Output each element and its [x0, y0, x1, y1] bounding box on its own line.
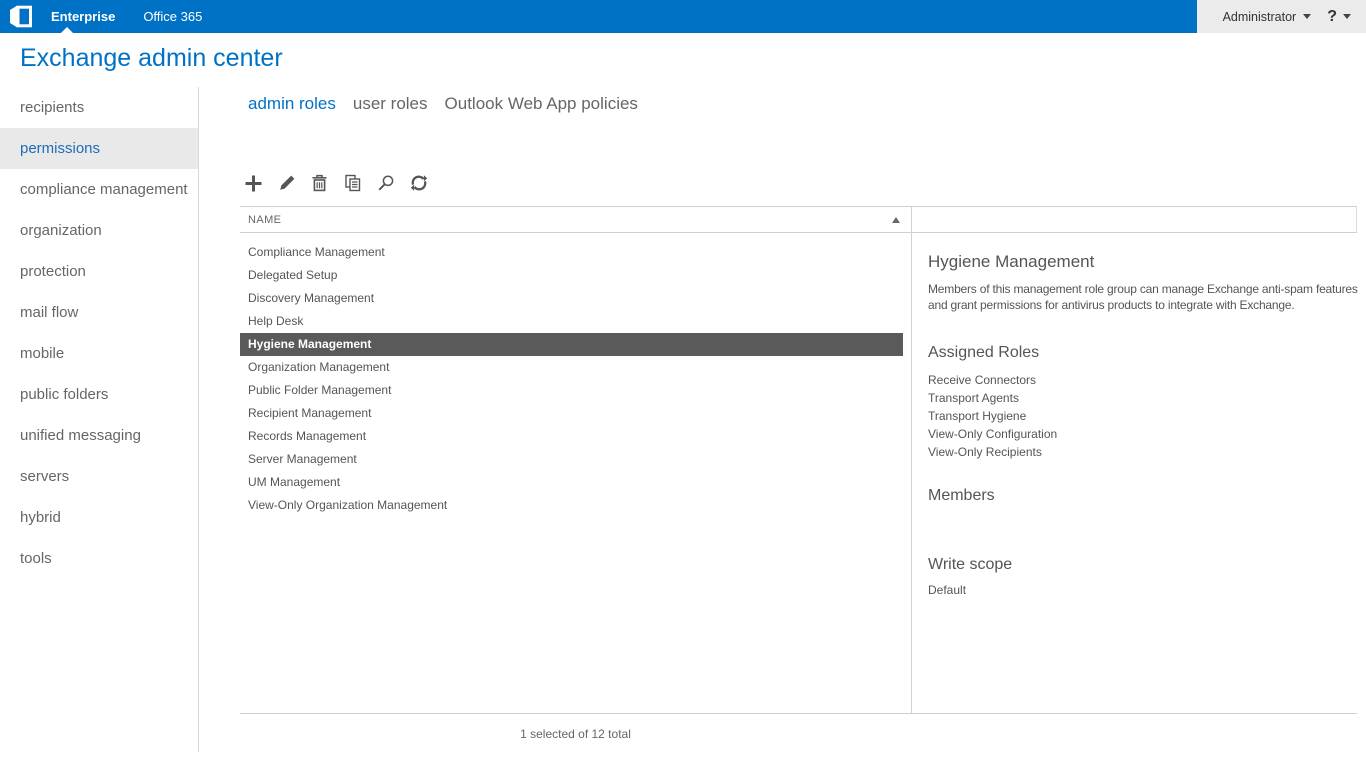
office-logo[interactable]: [9, 3, 35, 31]
delete-icon: [312, 174, 327, 192]
tab-user-roles[interactable]: user roles: [353, 94, 428, 114]
sidebar-item-compliance-management[interactable]: compliance management: [0, 169, 198, 210]
list-item: View-Only Recipients: [928, 445, 1042, 459]
help-menu[interactable]: ?: [1327, 8, 1351, 26]
write-scope-heading: Write scope: [928, 556, 1013, 573]
table-row[interactable]: Server Management: [240, 448, 903, 471]
sidebar-item-tools[interactable]: tools: [0, 538, 198, 579]
user-menu[interactable]: Administrator: [1223, 10, 1312, 24]
user-menu-label: Administrator: [1222, 9, 1297, 24]
help-icon: ?: [1327, 7, 1337, 25]
add-button[interactable]: [241, 171, 266, 195]
tab-outlook-web-app-policies[interactable]: Outlook Web App policies: [445, 94, 638, 114]
assigned-roles-heading: Assigned Roles: [928, 344, 1040, 361]
sidebar-item-recipients[interactable]: recipients: [0, 87, 198, 128]
active-brand-tab-notch: [61, 27, 73, 33]
roles-list-panel: NAME Compliance Management Delegated Set…: [240, 206, 1358, 714]
top-bar-right: Administrator ?: [1197, 0, 1366, 33]
add-icon: [245, 175, 262, 191]
search-button[interactable]: [373, 171, 398, 195]
details-pane: Hygiene Management Members of this manag…: [912, 234, 1358, 713]
sidebar-item-mail-flow[interactable]: mail flow: [0, 292, 198, 333]
status-text: 1 selected of 12 total: [520, 727, 631, 741]
write-scope-value: Default: [928, 583, 967, 597]
table-row[interactable]: UM Management: [240, 471, 903, 494]
search-icon: [378, 175, 393, 191]
chevron-down-icon: [1303, 14, 1312, 19]
chevron-down-icon: [1343, 14, 1351, 19]
tab-admin-roles[interactable]: admin roles: [248, 94, 336, 114]
sidebar-item-unified-messaging[interactable]: unified messaging: [0, 415, 198, 456]
office-logo-icon: [10, 5, 32, 28]
details-title: Hygiene Management: [928, 252, 1095, 271]
copy-button[interactable]: [340, 171, 365, 195]
refresh-button[interactable]: [406, 171, 431, 195]
members-section: Members: [928, 487, 1357, 505]
assigned-roles-list: Receive Connectors Transport Agents Tran…: [928, 371, 1357, 461]
sidebar: recipients permissions compliance manage…: [0, 87, 199, 752]
refresh-icon: [410, 175, 427, 191]
brand-tab-office-365[interactable]: Office 365: [143, 9, 202, 24]
table-row[interactable]: View-Only Organization Management: [240, 494, 903, 517]
brand-tab-enterprise[interactable]: Enterprise: [51, 9, 115, 24]
sidebar-item-protection[interactable]: protection: [0, 251, 198, 292]
content-tabs: admin roles user roles Outlook Web App p…: [248, 94, 638, 114]
toolbar: [241, 171, 431, 195]
column-header-label: NAME: [248, 213, 282, 226]
write-scope-section: Write scope Default: [928, 556, 1357, 597]
table-row[interactable]: Delegated Setup: [240, 264, 903, 287]
edit-button[interactable]: [274, 171, 299, 195]
list-item: View-Only Configuration: [928, 427, 1058, 441]
brand-tabs: Enterprise Office 365: [51, 9, 202, 24]
sidebar-item-public-folders[interactable]: public folders: [0, 374, 198, 415]
members-heading: Members: [928, 487, 995, 504]
page-title: Exchange admin center: [20, 44, 283, 72]
assigned-roles-section: Assigned Roles Receive Connectors Transp…: [928, 344, 1357, 461]
table-row-selected[interactable]: Hygiene Management: [240, 333, 903, 356]
edit-icon: [279, 175, 294, 190]
sidebar-item-permissions[interactable]: permissions: [0, 128, 198, 169]
table-row[interactable]: Compliance Management: [240, 241, 903, 264]
sidebar-item-servers[interactable]: servers: [0, 456, 198, 497]
list-item: Transport Hygiene: [928, 409, 1027, 423]
copy-icon: [344, 174, 360, 192]
top-bar: Enterprise Office 365: [0, 0, 1197, 33]
table-row[interactable]: Recipient Management: [240, 402, 903, 425]
delete-button[interactable]: [307, 171, 332, 195]
table-row[interactable]: Organization Management: [240, 356, 903, 379]
table-row[interactable]: Public Folder Management: [240, 379, 903, 402]
sidebar-item-hybrid[interactable]: hybrid: [0, 497, 198, 538]
table-row[interactable]: Help Desk: [240, 310, 903, 333]
sidebar-item-mobile[interactable]: mobile: [0, 333, 198, 374]
sidebar-item-organization[interactable]: organization: [0, 210, 198, 251]
details-description: Members of this management role group ca…: [928, 282, 1358, 312]
roles-list: Compliance Management Delegated Setup Di…: [240, 241, 911, 517]
list-item: Transport Agents: [928, 391, 1019, 405]
column-header-name[interactable]: NAME: [240, 207, 1357, 233]
sort-ascending-icon: [892, 217, 900, 223]
table-row[interactable]: Records Management: [240, 425, 903, 448]
table-row[interactable]: Discovery Management: [240, 287, 903, 310]
list-item: Receive Connectors: [928, 373, 1037, 387]
